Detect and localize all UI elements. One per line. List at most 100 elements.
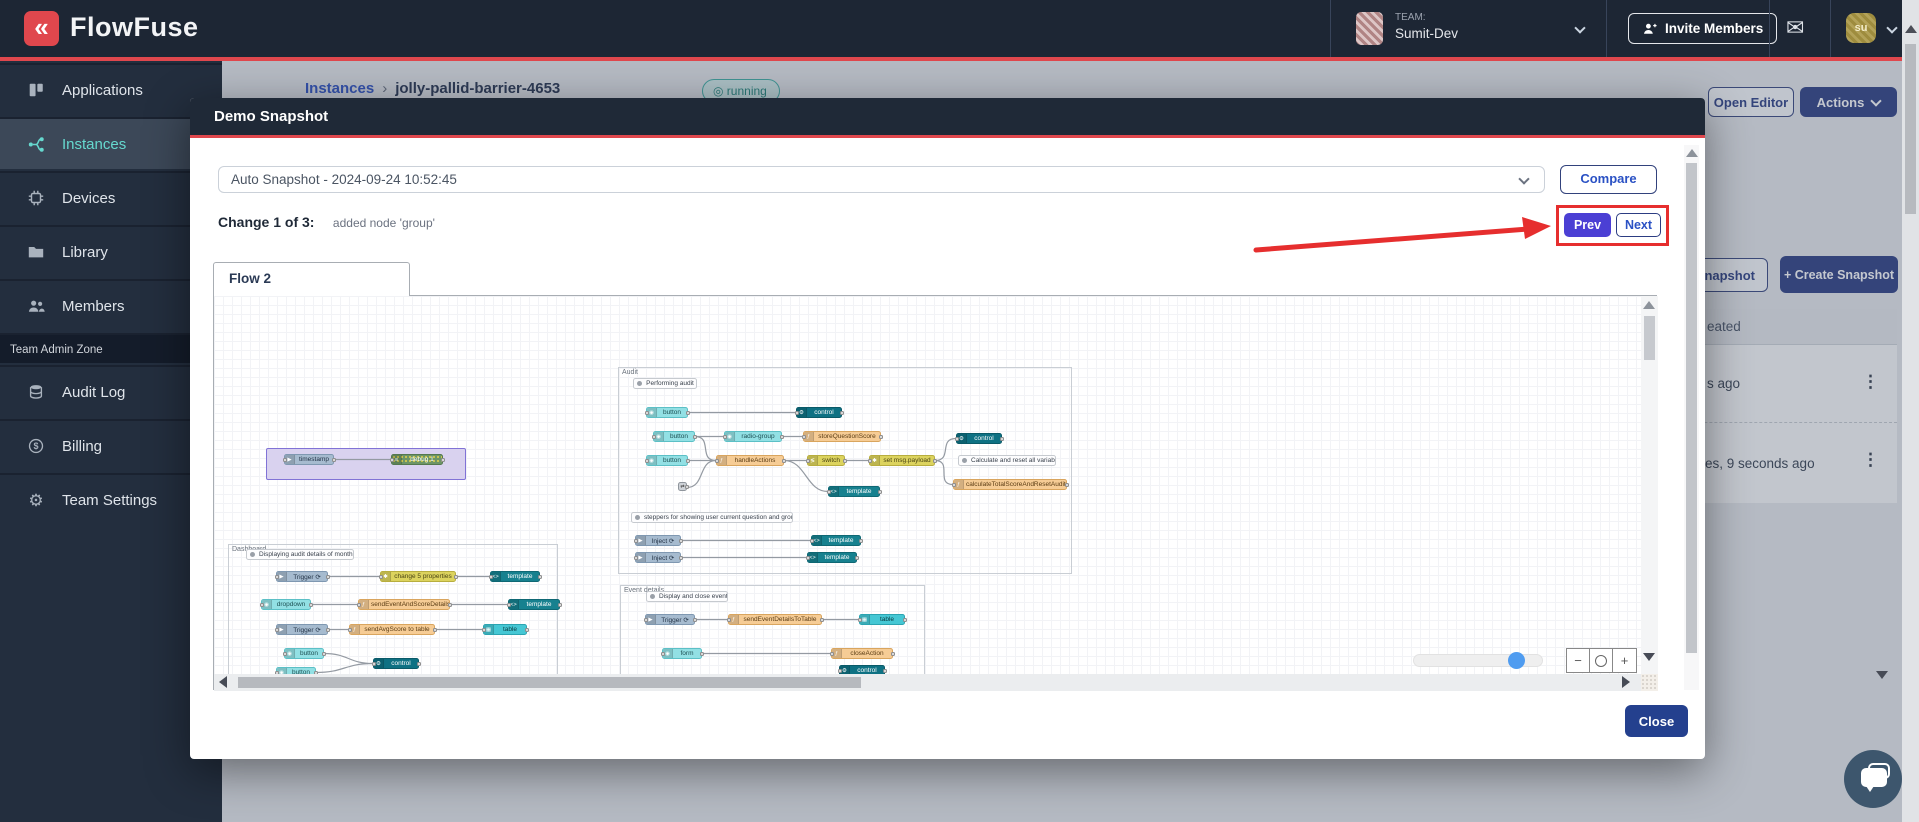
sidebar-item-label: Team Settings (62, 491, 158, 509)
flowfuse-logo-icon[interactable]: « (24, 11, 59, 46)
sidebar-item-library[interactable]: Library (0, 225, 222, 277)
sidebar-item-instances[interactable]: Instances (0, 117, 222, 169)
flow-node-display-and-close-events: Display and close events (646, 591, 728, 602)
sidebar-item-label: Applications (62, 81, 143, 99)
flow-canvas[interactable]: − + AuditDashboardEvent details▶timestam… (214, 296, 1641, 674)
flow-node-template: <> template (488, 571, 542, 582)
flow-node-trigger-: ▶ Trigger ⟳ (274, 624, 330, 635)
sidebar-item-team-settings[interactable]: ⚙ Team Settings (0, 473, 222, 525)
sidebar-item-applications[interactable]: Applications (0, 63, 222, 115)
sidebar-item-billing[interactable]: $ Billing (0, 419, 222, 471)
scroll-down-icon[interactable] (1875, 671, 1888, 679)
scroll-up-icon[interactable] (1904, 25, 1917, 33)
canvas-zoom-controls: − + (1566, 648, 1637, 673)
brand-title: FlowFuse (70, 12, 199, 42)
next-button[interactable]: Next (1616, 213, 1661, 237)
team-label: TEAM: (1395, 12, 1426, 23)
chat-widget-button[interactable] (1844, 750, 1902, 808)
team-switcher-chevron-icon[interactable] (1574, 22, 1586, 34)
modal-scroll-thumb[interactable] (1686, 163, 1697, 653)
demo-snapshot-modal: Demo Snapshot Auto Snapshot - 2024-09-24… (190, 98, 1888, 759)
compare-button[interactable]: Compare (1560, 165, 1657, 194)
change-indicator: Change 1 of 3: added node 'group' (218, 211, 435, 233)
flow-node-sendeventdetailstotable: ƒ sendEventDetailsToTable (726, 614, 824, 625)
close-button[interactable]: Close (1625, 705, 1688, 737)
sidebar-item-label: Members (62, 297, 125, 315)
flow-node-button: ◉ button (651, 431, 697, 442)
canvas-hscroll-thumb[interactable] (238, 677, 861, 688)
canvas-horizontal-scrollbar[interactable] (214, 674, 1641, 691)
applications-icon (26, 80, 46, 100)
flow-node-calculatetotalscoreandresetaudit: ƒ calculateTotalScoreAndResetAudit (951, 479, 1069, 490)
zoom-out-button[interactable]: − (1567, 649, 1590, 672)
sidebar-item-label: Billing (62, 437, 103, 455)
canvas-zoom-slider-thumb[interactable] (1508, 652, 1525, 669)
flow-node-radio-group: ◉ radio-group (722, 431, 784, 442)
flow-node-debug-1: ≡ debug 1 (389, 454, 445, 465)
sidebar-item-members[interactable]: Members (0, 279, 222, 331)
flow-node-switch: ≶ switch (805, 455, 847, 466)
snapshot-select-value: Auto Snapshot - 2024-09-24 10:52:45 (231, 172, 457, 187)
sidebar: Applications Instances Devices Library Membe… (0, 61, 222, 822)
tab-flow-2[interactable]: Flow 2 (213, 262, 410, 296)
flow-node-control: ⚙ control (371, 658, 421, 669)
invite-members-button[interactable]: Invite Members (1628, 13, 1778, 44)
invite-members-label: Invite Members (1665, 21, 1764, 36)
prev-button[interactable]: Prev (1564, 213, 1611, 237)
flow-node-closeaction: ƒ closeAction (829, 648, 895, 659)
flow-node-sendeventandscoredetails: ƒ sendEventAndScoreDetails (356, 599, 452, 610)
navbar-divider (1606, 0, 1607, 57)
flow-node-sendavgscore-to-table: ƒ sendAvgScore to table (347, 624, 437, 635)
zoom-in-button[interactable]: + (1613, 649, 1636, 672)
accent-divider (0, 57, 1919, 61)
mail-icon[interactable]: ✉ (1786, 15, 1804, 41)
sidebar-item-audit-log[interactable]: Audit Log (0, 365, 222, 417)
change-detail-label: added node 'group' (332, 216, 435, 230)
flow-node-set-msg-payload: ✱ set msg.payload (867, 455, 937, 466)
top-navbar: « FlowFuse TEAM: Sumit-Dev Invite Member… (0, 0, 1919, 57)
navbar-divider (1769, 0, 1770, 57)
flow-node-button: ◉ button (644, 407, 690, 418)
zoom-reset-icon (1595, 654, 1607, 667)
page-scroll-thumb[interactable] (1905, 44, 1916, 214)
flow-node-storequestionscore: ƒ storeQuestionScore (801, 431, 883, 442)
snapshot-select[interactable]: Auto Snapshot - 2024-09-24 10:52:45 (218, 166, 1545, 193)
sidebar-item-devices[interactable]: Devices (0, 171, 222, 223)
members-icon (26, 296, 46, 316)
scroll-right-icon[interactable] (1622, 676, 1630, 688)
user-avatar[interactable]: su (1846, 13, 1876, 43)
flow-node-template: <> template (506, 599, 562, 610)
scroll-left-icon[interactable] (219, 676, 227, 688)
flow-node-template: <> template (809, 535, 863, 546)
zoom-reset-button[interactable] (1590, 649, 1613, 672)
canvas-scrollbar-corner (1641, 674, 1658, 691)
page-scrollbar[interactable] (1902, 0, 1919, 822)
scroll-up-icon[interactable] (1685, 149, 1698, 157)
add-user-icon (1644, 23, 1657, 34)
flow-node-handleactions: ƒ handleActions (714, 455, 786, 466)
scroll-down-icon[interactable] (1643, 653, 1655, 661)
flow-node-template: <> template (805, 552, 859, 563)
flow-node-button: ◉ button (282, 648, 326, 659)
navbar-divider (1330, 0, 1331, 57)
modal-scrollbar[interactable] (1684, 145, 1699, 690)
flow-node-form: ◉ form (660, 648, 704, 659)
flow-node-steppers-for-showing-user-current-question-and-group: steppers for showing user current questi… (631, 512, 793, 523)
canvas-vscroll-thumb[interactable] (1644, 316, 1655, 360)
flow-node-table: ▦ table (481, 624, 529, 635)
audit-log-icon (26, 382, 46, 402)
team-admin-zone-label: Team Admin Zone (0, 333, 222, 363)
team-settings-icon: ⚙ (28, 490, 44, 510)
billing-icon: $ (26, 436, 46, 456)
flow-node-trigger-: ▶ Trigger ⟳ (643, 614, 697, 625)
canvas-vertical-scrollbar[interactable] (1641, 296, 1658, 674)
change-count-label: Change 1 of 3: (218, 214, 315, 230)
account-chevron-icon[interactable] (1886, 22, 1898, 34)
scroll-up-icon[interactable] (1643, 301, 1655, 309)
flow-node-calculate-and-reset-all-variable: Calculate and reset all variable (958, 455, 1056, 466)
devices-icon (26, 188, 46, 208)
library-icon (26, 242, 46, 262)
flow-node-displaying-audit-details-of-month: Displaying audit details of month (246, 549, 354, 560)
flow-node-template: <> template (826, 486, 882, 497)
svg-text:$: $ (33, 441, 38, 451)
